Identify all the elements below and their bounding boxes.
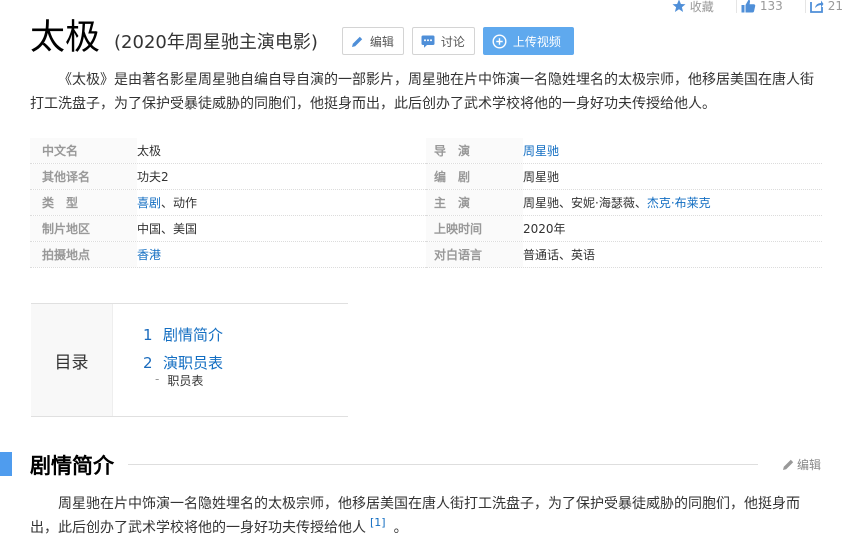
- cast-plain: 周星驰、安妮·海瑟薇、: [523, 196, 647, 210]
- reference-link[interactable]: [1]: [370, 516, 386, 529]
- basic-info-right: 导 演 周星驰 编 剧 周星驰 主 演 周星驰、安妮·海瑟薇、杰克·布莱克 上映…: [426, 138, 822, 268]
- catalog-box: 目录 1 剧情简介 2 演职员表 - 职员表: [31, 303, 348, 417]
- section-paragraph: 周星驰在片中饰演一名隐姓埋名的太极宗师，他移居美国在唐人街打工洗盘子，为了保护受…: [30, 492, 810, 540]
- info-key: 上映时间: [426, 216, 523, 241]
- info-key: 中文名: [30, 138, 137, 163]
- pencil-icon: [782, 459, 794, 470]
- catalog-item-number: 2: [143, 354, 153, 372]
- like-count: 133: [759, 0, 783, 13]
- section-accent-bar: [0, 452, 12, 476]
- catalog-list: 1 剧情简介 2 演职员表 - 职员表: [113, 304, 223, 416]
- basic-info-row: 导 演 周星驰: [426, 138, 822, 164]
- basic-info-row: 中文名 太极: [30, 138, 426, 164]
- info-key: 主 演: [426, 190, 523, 215]
- discuss-button[interactable]: 讨论: [411, 27, 475, 55]
- thumbs-up-icon: [741, 0, 756, 13]
- section-title: 剧情简介: [30, 450, 122, 480]
- share-count: 21: [827, 0, 843, 13]
- info-key: 制片地区: [30, 216, 137, 241]
- basic-info-row: 编 剧 周星驰: [426, 164, 822, 190]
- cast-link[interactable]: 杰克·布莱克: [647, 196, 711, 210]
- section-divider: [128, 464, 758, 465]
- plus-circle-icon: [492, 33, 507, 49]
- basic-info-left: 中文名 太极 其他译名 功夫2 类 型 喜剧、动作 制片地区 中国、美国 拍摄地…: [30, 138, 426, 268]
- collect-button[interactable]: 收藏: [672, 0, 714, 15]
- like-button[interactable]: 133: [726, 0, 783, 13]
- info-value: 周星驰: [523, 138, 822, 163]
- info-value: 周星驰、安妮·海瑟薇、杰克·布莱克: [523, 190, 822, 215]
- basic-info-row: 主 演 周星驰、安妮·海瑟薇、杰克·布莱克: [426, 190, 822, 216]
- info-value: 功夫2: [137, 170, 169, 184]
- stats-bar: 收藏 133 21: [660, 0, 843, 15]
- chat-icon: [421, 35, 435, 48]
- basic-info-row: 制片地区 中国、美国: [30, 216, 426, 242]
- section-edit-button[interactable]: 编辑: [782, 456, 821, 473]
- basic-info-row: 其他译名 功夫2: [30, 164, 426, 190]
- info-key: 类 型: [30, 190, 137, 215]
- section-edit-label: 编辑: [796, 458, 821, 472]
- info-value: 太极: [137, 144, 162, 158]
- star-icon: [672, 0, 686, 12]
- location-link[interactable]: 香港: [137, 248, 161, 262]
- info-value: 香港: [137, 242, 426, 267]
- info-value: 普通话、英语: [523, 248, 596, 262]
- catalog-item-label: 剧情简介: [163, 326, 224, 344]
- lemma-summary: 《太极》是由著名影星周星驰自编自导自演的一部影片，周星驰在片中饰演一名隐姓埋名的…: [30, 72, 814, 112]
- catalog-subitem-label: 职员表: [167, 374, 204, 388]
- section-paragraph-end: 。: [393, 520, 408, 536]
- share-icon: [809, 0, 824, 13]
- catalog-subitem-bullet: -: [155, 372, 160, 386]
- info-value: 周星驰: [523, 170, 560, 184]
- basic-info-row: 拍摄地点 香港: [30, 242, 426, 268]
- genre-link[interactable]: 喜剧: [137, 196, 161, 210]
- section-header: 剧情简介 编辑: [0, 450, 843, 480]
- divider: [735, 0, 737, 13]
- page-title: 太极: [30, 18, 101, 58]
- catalog-label: 目录: [31, 304, 113, 416]
- basic-info-row: 对白语言 普通话、英语: [426, 242, 822, 268]
- section-paragraph-text: 周星驰在片中饰演一名隐姓埋名的太极宗师，他移居美国在唐人街打工洗盘子，为了保护受…: [30, 496, 800, 536]
- basic-info-row: 上映时间 2020年: [426, 216, 822, 242]
- info-key: 其他译名: [30, 164, 137, 189]
- pencil-icon: [351, 36, 363, 47]
- divider: [804, 0, 806, 13]
- share-button[interactable]: 21: [795, 0, 843, 13]
- genre-rest: 、动作: [161, 196, 198, 210]
- basic-info-table: 中文名 太极 其他译名 功夫2 类 型 喜剧、动作 制片地区 中国、美国 拍摄地…: [30, 138, 822, 268]
- basic-info-row: 类 型 喜剧、动作: [30, 190, 426, 216]
- info-key: 拍摄地点: [30, 242, 137, 267]
- info-key: 导 演: [426, 138, 523, 163]
- info-value: 中国、美国: [137, 222, 198, 236]
- info-key: 对白语言: [426, 242, 523, 267]
- title-row: 太极 (2020年周星驰主演电影) 编辑 讨论 上传视频: [30, 14, 574, 62]
- info-value: 2020年: [523, 222, 566, 236]
- page-subtitle: (2020年周星驰主演电影): [114, 32, 318, 53]
- upload-video-label: 上传视频: [512, 34, 561, 49]
- edit-button-label: 编辑: [369, 34, 394, 49]
- director-link[interactable]: 周星驰: [523, 144, 559, 158]
- info-value: 喜剧、动作: [137, 190, 426, 215]
- catalog-item-plot[interactable]: 1 剧情简介: [143, 324, 223, 352]
- edit-button[interactable]: 编辑: [341, 27, 404, 55]
- info-key: 编 剧: [426, 164, 523, 189]
- upload-video-button[interactable]: 上传视频: [482, 27, 574, 55]
- collect-label: 收藏: [689, 0, 714, 14]
- discuss-button-label: 讨论: [440, 34, 465, 49]
- catalog-item-number: 1: [143, 326, 153, 344]
